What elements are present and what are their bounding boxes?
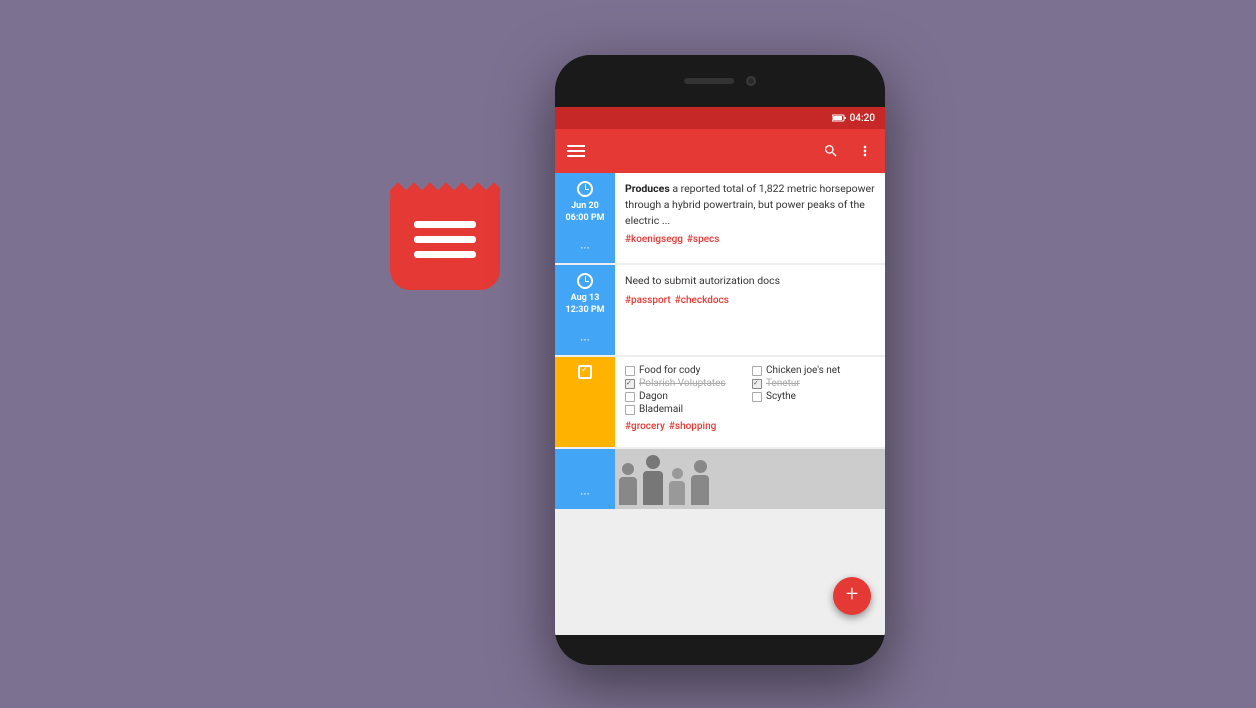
phone-mockup: 04:20 Jun 2006: bbox=[555, 55, 885, 665]
note-tag-passport[interactable]: #passport bbox=[625, 295, 671, 306]
checklist-item-5: Dagon bbox=[625, 391, 748, 402]
checkbox-1[interactable] bbox=[625, 366, 635, 376]
app-icon-line-2 bbox=[414, 236, 476, 243]
checklist-item-2: Chicken joe's net bbox=[752, 365, 875, 376]
note-tags-3: #grocery #shopping bbox=[625, 421, 875, 432]
checklist-grid: Food for cody Chicken joe's net Polarish… bbox=[625, 365, 875, 415]
checklist-text-5: Dagon bbox=[639, 391, 668, 402]
app-icon-line-1 bbox=[414, 221, 476, 228]
note-date-1: Jun 2006:00 PM bbox=[565, 201, 604, 224]
note-content-1: Produces a reported total of 1,822 metri… bbox=[615, 173, 885, 263]
check-icon-3 bbox=[578, 365, 592, 379]
note-card-4[interactable]: ··· bbox=[555, 449, 885, 509]
note-dots-2: ··· bbox=[580, 333, 589, 347]
note-dots-4: ··· bbox=[580, 487, 589, 501]
note-card-3[interactable]: Food for cody Chicken joe's net Polarish… bbox=[555, 357, 885, 447]
more-icon[interactable] bbox=[857, 143, 873, 159]
checkbox-2[interactable] bbox=[752, 366, 762, 376]
phone-speaker bbox=[684, 78, 734, 84]
note-dots-1: ··· bbox=[580, 241, 589, 255]
checklist-item-7: Blademail bbox=[625, 404, 748, 415]
clock-icon-1 bbox=[577, 181, 593, 197]
status-bar: 04:20 bbox=[555, 107, 885, 129]
note-tag-specs[interactable]: #specs bbox=[687, 234, 720, 245]
checkbox-4[interactable] bbox=[752, 379, 762, 389]
menu-line-1 bbox=[567, 145, 585, 147]
fab-plus-icon: + bbox=[846, 584, 858, 606]
note-strip-3 bbox=[555, 357, 615, 447]
note-image-content bbox=[615, 449, 885, 509]
checklist-text-3: Polarish Voluptates bbox=[639, 378, 726, 389]
checklist-item-1: Food for cody bbox=[625, 365, 748, 376]
note-tag-shopping[interactable]: #shopping bbox=[669, 421, 716, 432]
note-date-2: Aug 1312:30 PM bbox=[565, 293, 604, 316]
note-tags-2: #passport #checkdocs bbox=[625, 295, 875, 306]
fab-button[interactable]: + bbox=[833, 577, 871, 615]
note-strip-4: ··· bbox=[555, 449, 615, 509]
app-icon-lines bbox=[414, 221, 476, 258]
note-tags-1: #koenigsegg #specs bbox=[625, 234, 875, 245]
status-time: 04:20 bbox=[850, 113, 875, 124]
checkbox-3[interactable] bbox=[625, 379, 635, 389]
phone-camera bbox=[746, 76, 756, 86]
app-icon-zigzag bbox=[390, 179, 500, 195]
note-tag-checkdocs[interactable]: #checkdocs bbox=[675, 295, 729, 306]
checkbox-6[interactable] bbox=[752, 392, 762, 402]
checklist-text-4: Tenetur bbox=[766, 378, 800, 389]
note-bold-1: Produces bbox=[625, 182, 670, 195]
app-icon bbox=[390, 180, 500, 290]
note-content-2: Need to submit autorization docs #passpo… bbox=[615, 265, 885, 355]
phone-top-bar bbox=[555, 55, 885, 107]
app-icon-line-3 bbox=[414, 251, 476, 258]
note-strip-1: Jun 2006:00 PM ··· bbox=[555, 173, 615, 263]
checkbox-5[interactable] bbox=[625, 392, 635, 402]
note-text-2: Need to submit autorization docs bbox=[625, 273, 875, 289]
note-text-1: Produces a reported total of 1,822 metri… bbox=[625, 181, 875, 228]
menu-icon[interactable] bbox=[567, 145, 585, 157]
checklist-text-1: Food for cody bbox=[639, 365, 700, 376]
status-icons bbox=[832, 114, 846, 122]
checkbox-7[interactable] bbox=[625, 405, 635, 415]
app-toolbar bbox=[555, 129, 885, 173]
menu-line-2 bbox=[567, 150, 585, 152]
search-icon[interactable] bbox=[823, 143, 839, 159]
note-strip-2: Aug 1312:30 PM ··· bbox=[555, 265, 615, 355]
battery-icon bbox=[832, 114, 846, 122]
checklist-text-2: Chicken joe's net bbox=[766, 365, 840, 376]
note-content-3: Food for cody Chicken joe's net Polarish… bbox=[615, 357, 885, 447]
note-card-1[interactable]: Jun 2006:00 PM ··· Produces a reported t… bbox=[555, 173, 885, 263]
clock-icon-2 bbox=[577, 273, 593, 289]
note-card-2[interactable]: Aug 1312:30 PM ··· Need to submit autori… bbox=[555, 265, 885, 355]
checklist-item-4: Tenetur bbox=[752, 378, 875, 389]
note-tag-koenigsegg[interactable]: #koenigsegg bbox=[625, 234, 683, 245]
checklist-text-7: Blademail bbox=[639, 404, 683, 415]
phone-bottom-bar bbox=[555, 635, 885, 665]
checklist-item-6: Scythe bbox=[752, 391, 875, 402]
phone-screen: 04:20 Jun 2006: bbox=[555, 107, 885, 635]
note-tag-grocery[interactable]: #grocery bbox=[625, 421, 665, 432]
checklist-text-6: Scythe bbox=[766, 391, 796, 402]
menu-line-3 bbox=[567, 155, 585, 157]
checklist-item-3: Polarish Voluptates bbox=[625, 378, 748, 389]
notes-list: Jun 2006:00 PM ··· Produces a reported t… bbox=[555, 173, 885, 635]
